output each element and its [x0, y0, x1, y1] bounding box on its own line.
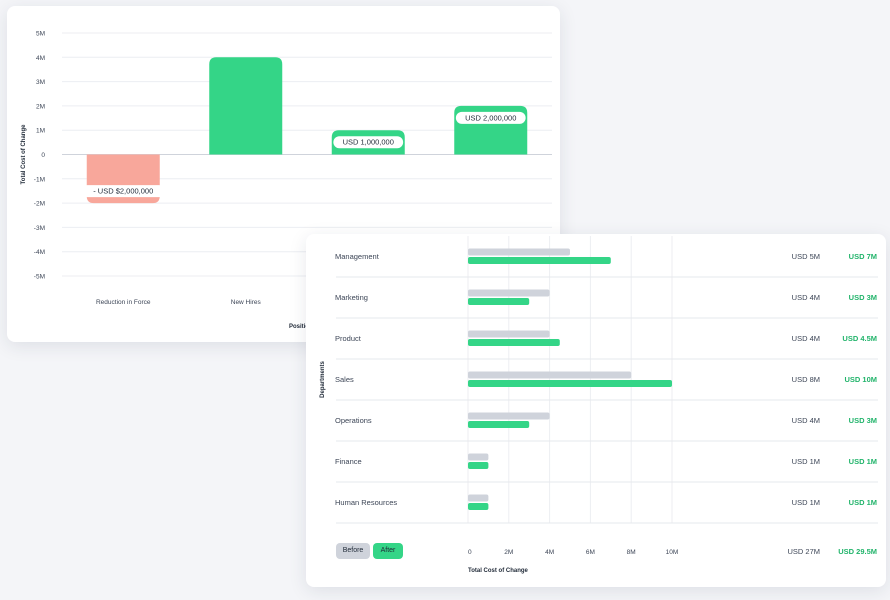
x-tick-label: New Hires — [231, 299, 262, 306]
after-bar — [468, 503, 489, 510]
x-tick-label: 6M — [586, 549, 595, 556]
before-bar — [468, 412, 550, 420]
bar-data-label: USD 2,000,000 — [465, 113, 516, 122]
after-value: USD 1M — [849, 498, 877, 507]
x-tick-label: 2M — [504, 549, 513, 556]
after-bar — [468, 257, 611, 264]
department-label: Marketing — [335, 293, 368, 302]
department-cost-chart: 0 2M 4M 6M 8M 10M Management USD 5M USD 7M Market… — [320, 236, 878, 574]
after-bar — [468, 462, 489, 469]
after-value: USD 4.5M — [842, 334, 877, 343]
after-bar — [468, 421, 530, 428]
after-value: USD 3M — [849, 293, 877, 302]
before-bar — [468, 494, 489, 502]
before-bar — [468, 453, 489, 461]
after-total: USD 29.5M — [838, 547, 877, 556]
bar-data-label: - USD $2,000,000 — [93, 187, 153, 196]
department-label: Finance — [335, 457, 362, 466]
after-bar — [468, 380, 672, 387]
legend-before-button[interactable]: Before — [336, 543, 370, 559]
department-label: Human Resources — [335, 498, 397, 507]
after-bar — [468, 298, 530, 305]
department-label: Operations — [335, 416, 372, 425]
x-tick-label: 8M — [627, 549, 636, 556]
bar — [209, 57, 283, 155]
x-tick-label: 0 — [468, 549, 472, 556]
before-value: USD 5M — [792, 252, 820, 261]
before-bar — [468, 289, 550, 297]
x-tick-label: Reduction in Force — [96, 299, 151, 306]
y-tick-label: 1M — [36, 128, 45, 135]
after-value: USD 1M — [849, 457, 877, 466]
y-tick-label: -1M — [34, 176, 45, 183]
department-label: Sales — [335, 375, 354, 384]
y-tick-label: -2M — [34, 201, 45, 208]
after-value: USD 10M — [844, 375, 877, 384]
after-value: USD 3M — [849, 416, 877, 425]
before-value: USD 1M — [792, 457, 820, 466]
x-tick-label: 10M — [666, 549, 679, 556]
legend-after-button[interactable]: After — [373, 543, 403, 559]
before-bar — [468, 330, 550, 338]
before-value: USD 4M — [792, 334, 820, 343]
x-axis-title: Total Cost of Change — [468, 568, 529, 574]
y-tick-label: 0 — [41, 152, 45, 159]
y-axis-title: Departments — [320, 361, 326, 398]
before-bar — [468, 248, 570, 256]
y-tick-label: 2M — [36, 103, 45, 110]
department-label: Product — [335, 334, 362, 343]
before-total: USD 27M — [787, 547, 820, 556]
before-value: USD 4M — [792, 293, 820, 302]
after-bar — [468, 339, 560, 346]
before-bar — [468, 371, 632, 379]
before-value: USD 1M — [792, 498, 820, 507]
after-value: USD 7M — [849, 252, 877, 261]
y-tick-label: -3M — [34, 225, 45, 232]
y-tick-label: 4M — [36, 55, 45, 62]
department-label: Management — [335, 252, 380, 261]
before-value: USD 4M — [792, 416, 820, 425]
y-axis-title: Total Cost of Change — [21, 124, 27, 185]
before-value: USD 8M — [792, 375, 820, 384]
y-tick-label: 3M — [36, 79, 45, 86]
y-tick-label: -5M — [34, 274, 45, 281]
x-tick-label: 4M — [545, 549, 554, 556]
department-cost-chart-card: 0 2M 4M 6M 8M 10M Management USD 5M USD 7M Market… — [306, 234, 886, 587]
y-tick-label: 5M — [36, 31, 45, 38]
y-tick-label: -4M — [34, 249, 45, 256]
bar-data-label: USD 1,000,000 — [343, 138, 394, 147]
